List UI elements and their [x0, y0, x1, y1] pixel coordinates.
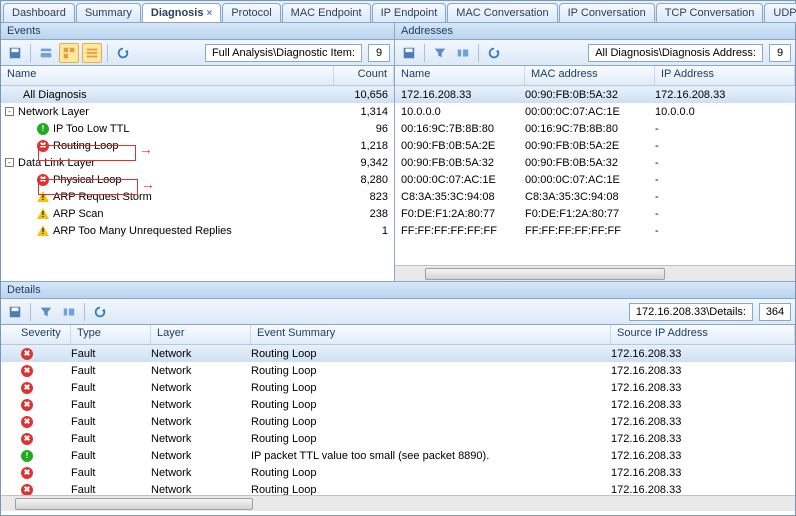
view-flat-icon[interactable] — [82, 43, 102, 63]
detail-row[interactable]: ✖FaultNetworkRouting Loop172.16.208.33 — [1, 413, 795, 430]
error-icon: ✖ — [37, 174, 49, 186]
filter-icon[interactable] — [36, 302, 56, 322]
detail-row[interactable]: ✖FaultNetworkRouting Loop172.16.208.33 — [1, 430, 795, 447]
detail-row[interactable]: ✖FaultNetworkRouting Loop172.16.208.33 — [1, 481, 795, 495]
address-row[interactable]: 00:16:9C:7B:8B:8000:16:9C:7B:8B:80- — [395, 120, 795, 137]
warning-icon — [37, 191, 49, 202]
col-addr-mac[interactable]: MAC address — [525, 66, 655, 85]
warning-icon — [37, 225, 49, 236]
tree-row[interactable]: !IP Too Low TTL96 — [1, 120, 394, 137]
details-toolbar: 172.16.208.33\Details: 364 — [1, 299, 795, 325]
events-toolbar: Full Analysis\Diagnostic Item: 9 — [1, 40, 394, 66]
ok-icon: ! — [21, 450, 33, 462]
view-log-icon[interactable] — [36, 43, 56, 63]
tree-row[interactable]: -Network Layer1,314 — [1, 103, 394, 120]
tab-summary[interactable]: Summary — [76, 3, 141, 22]
ok-icon: ! — [37, 123, 49, 135]
tab-bar: DashboardSummaryDiagnosis ×ProtocolMAC E… — [1, 1, 795, 23]
error-icon: ✖ — [21, 433, 33, 445]
close-icon[interactable]: × — [206, 8, 212, 19]
details-count: 364 — [759, 303, 791, 321]
error-icon: ✖ — [21, 484, 33, 495]
save-icon[interactable] — [399, 43, 419, 63]
filter-icon[interactable] — [430, 43, 450, 63]
col-addr-ip[interactable]: IP Address — [655, 66, 795, 85]
tree-row[interactable]: ✖Routing Loop1,218 — [1, 137, 394, 154]
error-icon: ✖ — [37, 140, 49, 152]
tree-expander-icon[interactable]: - — [5, 158, 14, 167]
events-title: Events — [1, 23, 394, 40]
col-severity[interactable]: Severity — [1, 325, 71, 344]
tab-ip-endpoint[interactable]: IP Endpoint — [372, 3, 447, 22]
tab-diagnosis[interactable]: Diagnosis × — [142, 3, 221, 22]
events-breadcrumb: Full Analysis\Diagnostic Item: — [205, 44, 362, 62]
events-tree[interactable]: All Diagnosis10,656-Network Layer1,314!I… — [1, 86, 394, 281]
detail-row[interactable]: ✖FaultNetworkRouting Loop172.16.208.33 — [1, 379, 795, 396]
error-icon: ✖ — [21, 382, 33, 394]
address-row[interactable]: F0:DE:F1:2A:80:77F0:DE:F1:2A:80:77- — [395, 205, 795, 222]
error-icon: ✖ — [21, 348, 33, 360]
detail-row[interactable]: ✖FaultNetworkRouting Loop172.16.208.33 — [1, 396, 795, 413]
address-row[interactable]: C8:3A:35:3C:94:08C8:3A:35:3C:94:08- — [395, 188, 795, 205]
refresh-icon[interactable] — [113, 43, 133, 63]
tree-row[interactable]: ARP Request Storm823 — [1, 188, 394, 205]
details-title: Details — [1, 282, 795, 299]
detail-row[interactable]: ✖FaultNetworkRouting Loop172.16.208.33 — [1, 464, 795, 481]
tab-ip-conversation[interactable]: IP Conversation — [559, 3, 655, 22]
details-hscroll[interactable] — [1, 495, 795, 511]
tab-dashboard[interactable]: Dashboard — [3, 3, 75, 22]
col-src[interactable]: Source IP Address — [611, 325, 795, 344]
addresses-breadcrumb: All Diagnosis\Diagnosis Address: — [588, 44, 763, 62]
col-summary[interactable]: Event Summary — [251, 325, 611, 344]
details-breadcrumb: 172.16.208.33\Details: — [629, 303, 753, 321]
tab-mac-conversation[interactable]: MAC Conversation — [447, 3, 557, 22]
addresses-toolbar: All Diagnosis\Diagnosis Address: 9 — [395, 40, 795, 66]
tree-row[interactable]: -Data Link Layer9,342 — [1, 154, 394, 171]
error-icon: ✖ — [21, 416, 33, 428]
address-row[interactable]: 10.0.0.000:00:0C:07:AC:1E10.0.0.0 — [395, 103, 795, 120]
view-tree-icon[interactable] — [59, 43, 79, 63]
address-row[interactable]: 00:00:0C:07:AC:1E00:00:0C:07:AC:1E- — [395, 171, 795, 188]
warning-icon — [37, 208, 49, 219]
address-row[interactable]: 172.16.208.3300:90:FB:0B:5A:32172.16.208… — [395, 86, 795, 103]
save-icon[interactable] — [5, 302, 25, 322]
col-type[interactable]: Type — [71, 325, 151, 344]
col-count[interactable]: Count — [334, 66, 394, 85]
tree-row[interactable]: ARP Too Many Unrequested Replies1 — [1, 222, 394, 239]
error-icon: ✖ — [21, 399, 33, 411]
address-row[interactable]: 00:90:FB:0B:5A:2E00:90:FB:0B:5A:2E- — [395, 137, 795, 154]
col-addr-name[interactable]: Name — [395, 66, 525, 85]
events-count: 9 — [368, 44, 390, 62]
details-table[interactable]: ✖FaultNetworkRouting Loop172.16.208.33✖F… — [1, 345, 795, 495]
col-name[interactable]: Name — [1, 66, 334, 85]
tab-protocol[interactable]: Protocol — [222, 3, 280, 22]
addresses-count: 9 — [769, 44, 791, 62]
detail-row[interactable]: !FaultNetworkIP packet TTL value too sma… — [1, 447, 795, 464]
address-row[interactable]: 00:90:FB:0B:5A:3200:90:FB:0B:5A:32- — [395, 154, 795, 171]
group-icon[interactable] — [59, 302, 79, 322]
detail-row[interactable]: ✖FaultNetworkRouting Loop172.16.208.33 — [1, 362, 795, 379]
tree-expander-icon[interactable]: - — [5, 107, 14, 116]
refresh-icon[interactable] — [90, 302, 110, 322]
tab-udp[interactable]: UDP — [764, 3, 796, 22]
group-icon[interactable] — [453, 43, 473, 63]
error-icon: ✖ — [21, 467, 33, 479]
tree-row[interactable]: ARP Scan238 — [1, 205, 394, 222]
tab-tcp-conversation[interactable]: TCP Conversation — [656, 3, 764, 22]
detail-row[interactable]: ✖FaultNetworkRouting Loop172.16.208.33 — [1, 345, 795, 362]
tree-row[interactable]: All Diagnosis10,656 — [1, 86, 394, 103]
refresh-icon[interactable] — [484, 43, 504, 63]
tree-row[interactable]: ✖Physical Loop8,280 — [1, 171, 394, 188]
col-layer[interactable]: Layer — [151, 325, 251, 344]
addresses-hscroll[interactable] — [395, 265, 795, 281]
tab-mac-endpoint[interactable]: MAC Endpoint — [282, 3, 371, 22]
error-icon: ✖ — [21, 365, 33, 377]
addresses-table[interactable]: 172.16.208.3300:90:FB:0B:5A:32172.16.208… — [395, 86, 795, 265]
addresses-title: Addresses — [395, 23, 795, 40]
address-row[interactable]: FF:FF:FF:FF:FF:FFFF:FF:FF:FF:FF:FF- — [395, 222, 795, 239]
save-icon[interactable] — [5, 43, 25, 63]
